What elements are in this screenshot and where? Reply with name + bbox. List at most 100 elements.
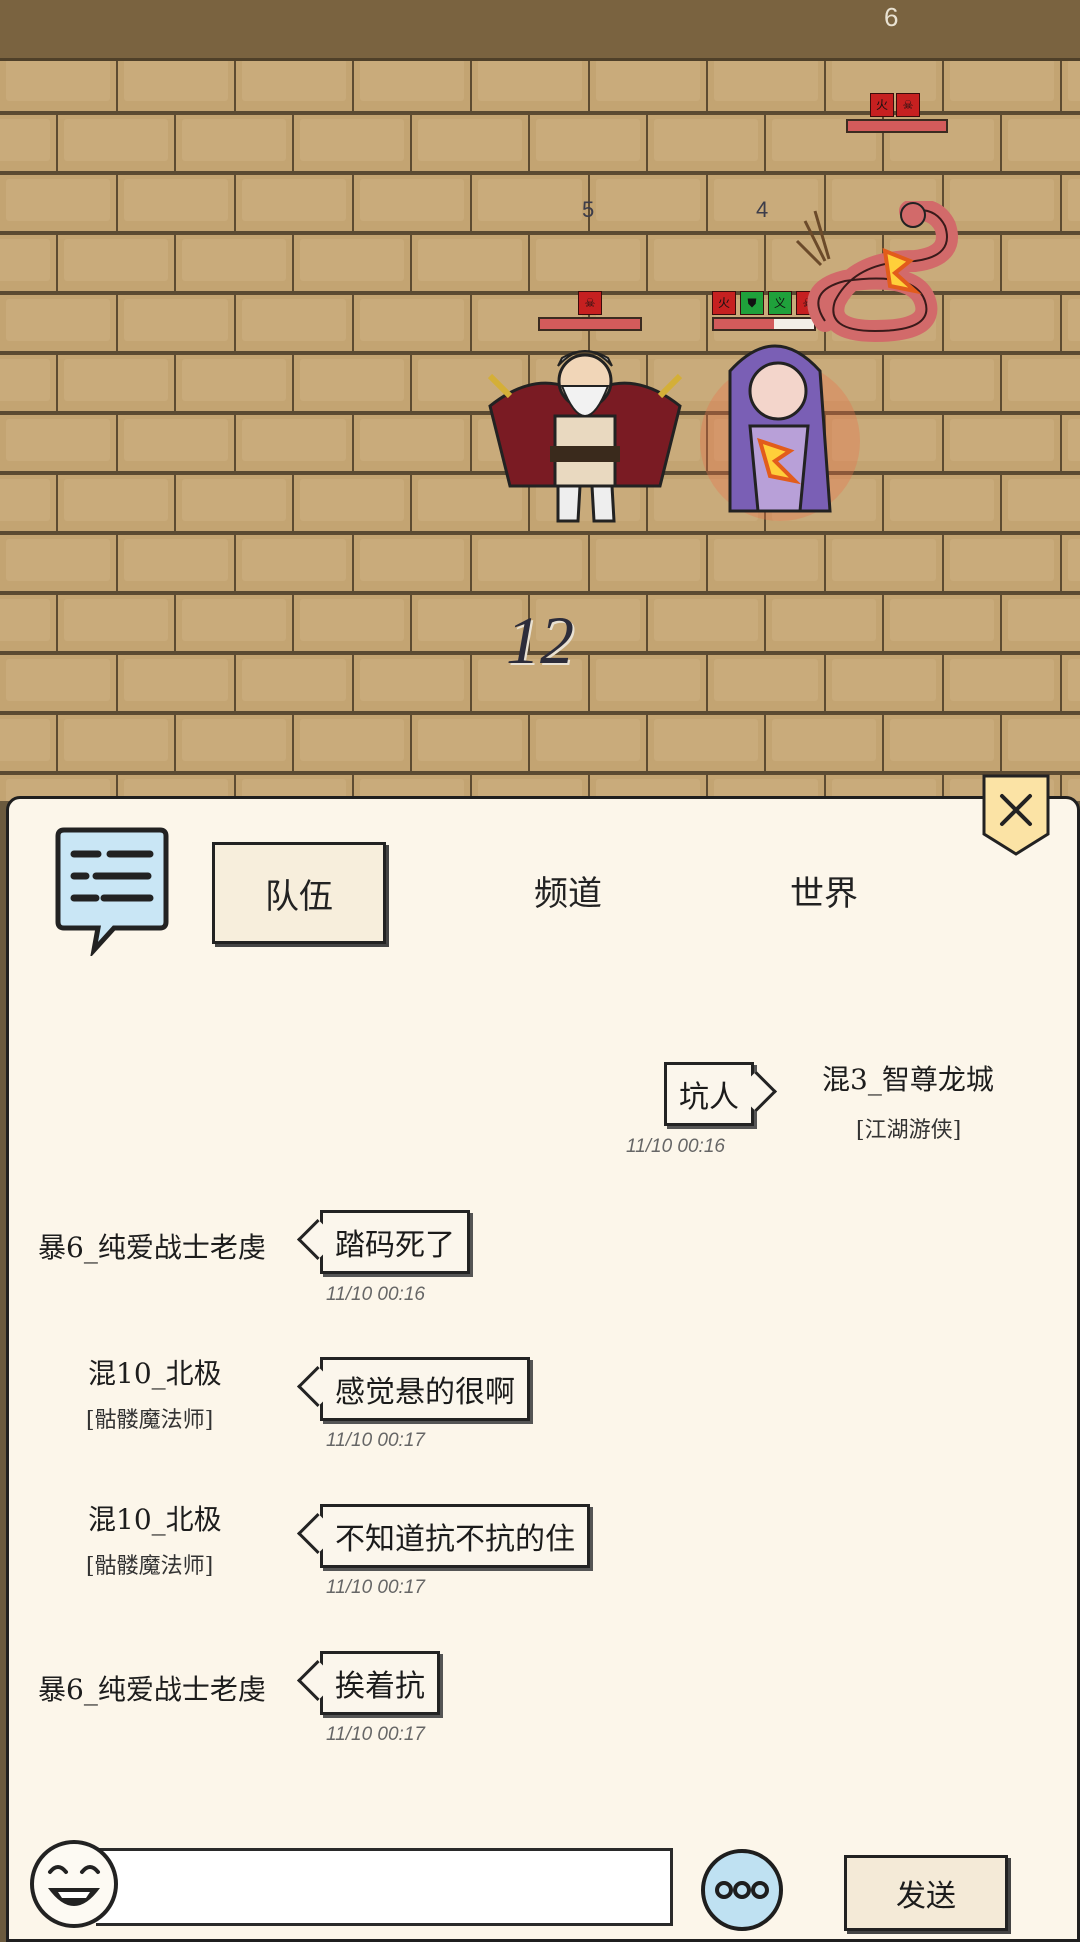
- serpent-enemy[interactable]: [795, 201, 975, 351]
- old-warrior-character[interactable]: [470, 336, 700, 536]
- brick-row: [0, 533, 1080, 595]
- sender-name[interactable]: 暴6_纯爱战士老虔: [38, 1226, 266, 1266]
- brick: [118, 533, 236, 591]
- message-text: 不知道抗不抗的住: [335, 1522, 575, 1557]
- brick: [176, 233, 294, 291]
- brick: [354, 413, 472, 471]
- brick: [472, 173, 590, 231]
- brick: [294, 353, 412, 411]
- message-text: 挨着抗: [335, 1669, 425, 1704]
- hero-hp-bar: [538, 317, 642, 331]
- chat-input[interactable]: [96, 1848, 673, 1926]
- brick: [0, 413, 118, 471]
- brick: [236, 533, 354, 591]
- skull-debuff-icon: ☠: [896, 93, 920, 117]
- brick: [708, 653, 826, 711]
- brick: [648, 593, 766, 651]
- brick: [354, 293, 472, 351]
- message-time: 11/10 00:17: [326, 1430, 425, 1451]
- brick: [354, 533, 472, 591]
- tab-channel[interactable]: 频道: [484, 842, 652, 938]
- brick: [176, 713, 294, 771]
- brick: [236, 173, 354, 231]
- brick: [294, 233, 412, 291]
- brick: [0, 653, 118, 711]
- tab-world[interactable]: 世界: [740, 842, 908, 938]
- brick: [648, 233, 766, 291]
- brick: [118, 413, 236, 471]
- brick: [294, 713, 412, 771]
- chat-input-field[interactable]: [96, 1851, 670, 1923]
- brick: [0, 353, 58, 411]
- position-label: 4: [756, 197, 769, 222]
- message-bubble: 坑人: [664, 1062, 754, 1126]
- brick: [176, 113, 294, 171]
- brick: [1062, 413, 1080, 471]
- brick: [0, 533, 118, 591]
- message-text: 坑人: [679, 1080, 739, 1115]
- more-dots-icon[interactable]: [698, 1848, 786, 1932]
- tab-team[interactable]: 队伍: [212, 842, 386, 944]
- message-bubble: 感觉悬的很啊: [320, 1357, 530, 1421]
- sender-title: [骷髅魔法师]: [86, 1554, 214, 1579]
- brick: [590, 653, 708, 711]
- brick: [590, 173, 708, 231]
- brick: [944, 61, 1062, 111]
- chat-bubble-icon: [55, 827, 169, 956]
- message-time: 11/10 00:16: [326, 1284, 425, 1305]
- brick: [236, 61, 354, 111]
- brick: [294, 473, 412, 531]
- message-text: 踏码死了: [335, 1228, 455, 1263]
- message-time: 11/10 00:16: [626, 1136, 725, 1157]
- fire-debuff-icon: 火: [712, 291, 736, 315]
- brick: [118, 173, 236, 231]
- brick: [236, 293, 354, 351]
- brick: [0, 473, 58, 531]
- brick-row: [0, 713, 1080, 775]
- brick: [118, 653, 236, 711]
- brick: [530, 113, 648, 171]
- sender-title: [骷髅魔法师]: [86, 1408, 214, 1433]
- brick: [708, 61, 826, 111]
- brick: [294, 593, 412, 651]
- laughing-face-icon[interactable]: [28, 1838, 120, 1930]
- send-button[interactable]: 发送: [844, 1855, 1008, 1931]
- brick: [1062, 653, 1080, 711]
- brick: [412, 113, 530, 171]
- brick: [58, 233, 176, 291]
- brick: [1002, 593, 1080, 651]
- brick: [1062, 533, 1080, 591]
- message-bubble: 踏码死了: [320, 1210, 470, 1274]
- sender-name[interactable]: 混3_智尊龙城: [822, 1058, 994, 1098]
- purple-hair-character[interactable]: [690, 331, 860, 551]
- sender-name[interactable]: 暴6_纯爱战士老虔: [38, 1668, 266, 1708]
- tab-team-label: 队伍: [265, 876, 333, 917]
- brick: [530, 713, 648, 771]
- tab-world-label: 世界: [790, 873, 858, 914]
- brick: [1062, 173, 1080, 231]
- brick: [412, 713, 530, 771]
- brick: [944, 533, 1062, 591]
- brick: [884, 353, 1002, 411]
- brick: [944, 413, 1062, 471]
- brick: [354, 173, 472, 231]
- brick: [648, 713, 766, 771]
- brick: [0, 593, 58, 651]
- brick: [294, 113, 412, 171]
- brick: [58, 353, 176, 411]
- close-button[interactable]: [980, 772, 1052, 858]
- brick: [530, 233, 648, 291]
- brick: [884, 593, 1002, 651]
- brick: [884, 473, 1002, 531]
- sender-title: [江湖游侠]: [856, 1118, 962, 1143]
- brick: [1062, 61, 1080, 111]
- brick: [884, 713, 1002, 771]
- brick: [1002, 233, 1080, 291]
- brick: [0, 293, 118, 351]
- sender-name[interactable]: 混10_北极: [88, 1498, 222, 1538]
- damage-number: 12: [506, 602, 574, 678]
- brick: [826, 653, 944, 711]
- sender-name[interactable]: 混10_北极: [88, 1352, 222, 1392]
- shield-buff-icon: ⛊: [740, 291, 764, 315]
- brick: [1002, 473, 1080, 531]
